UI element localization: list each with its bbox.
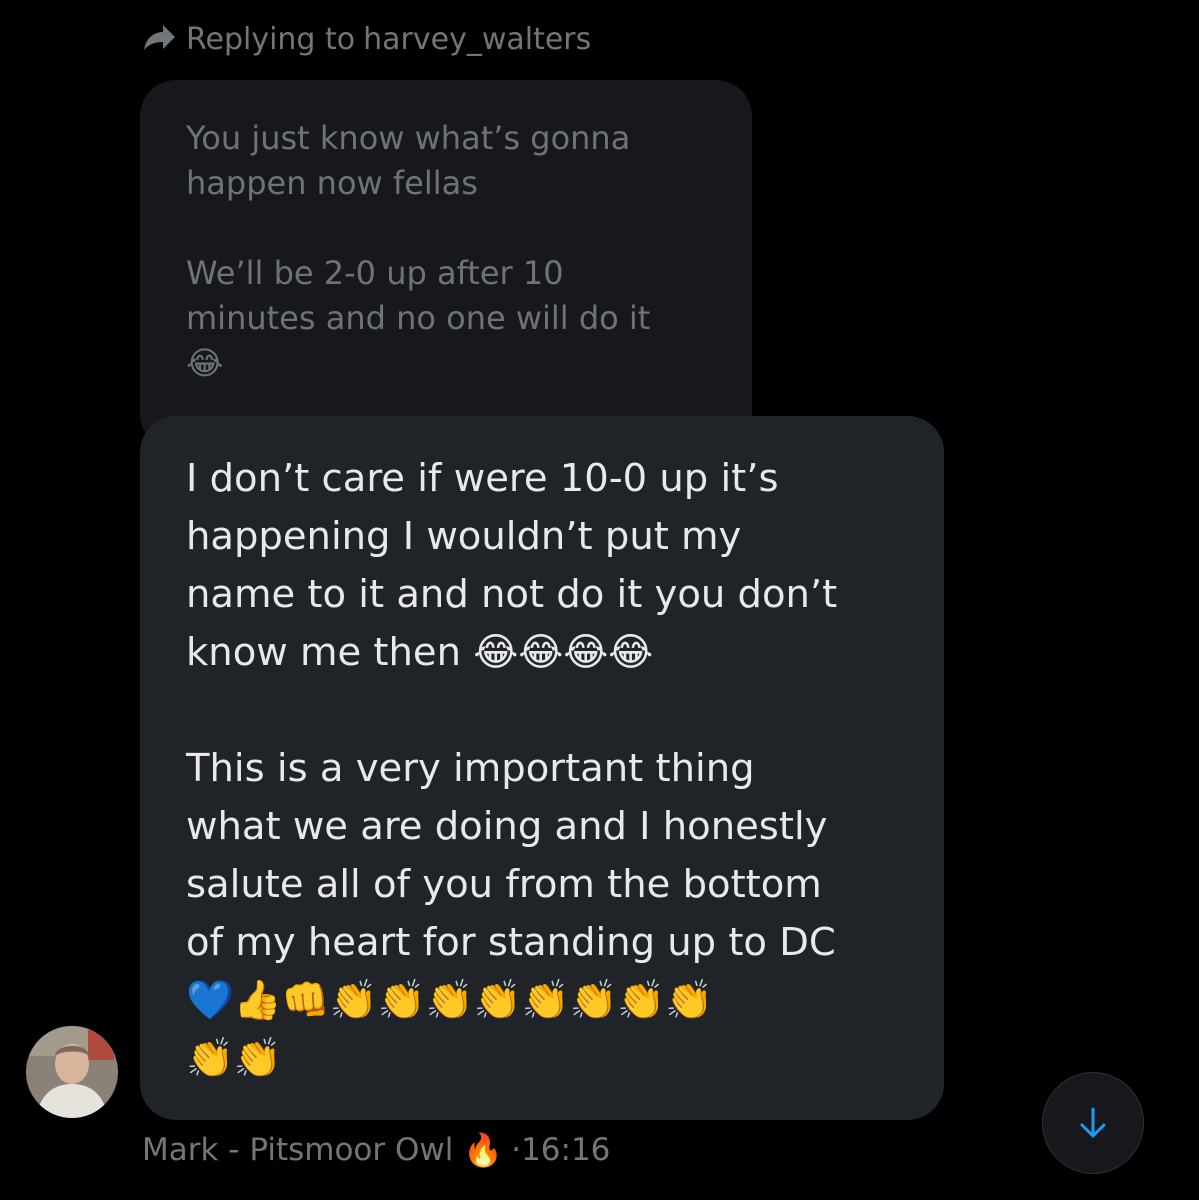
message-text: This is a very important thing what we a… bbox=[186, 746, 836, 1081]
quoted-message-bubble[interactable]: You just know what’s gonna happen now fe… bbox=[140, 80, 752, 450]
quoted-message-text: We’ll be 2-0 up after 10 minutes and no … bbox=[186, 254, 651, 382]
message-meta: Mark - Pitsmoor Owl 🔥 ·16:16 bbox=[142, 1126, 610, 1174]
avatar-photo bbox=[26, 1026, 118, 1118]
reply-prefix: Replying to bbox=[186, 21, 356, 57]
sender-name[interactable]: Mark - Pitsmoor Owl bbox=[142, 1132, 453, 1168]
timestamp: ·16:16 bbox=[511, 1132, 611, 1168]
quoted-message-text: You just know what’s gonna happen now fe… bbox=[186, 119, 631, 202]
fire-icon: 🔥 bbox=[463, 1131, 504, 1169]
message-text: I don’t care if were 10-0 up it’s happen… bbox=[186, 456, 838, 675]
message-bubble[interactable]: I don’t care if were 10-0 up it’s happen… bbox=[140, 416, 944, 1120]
reply-arrow-icon bbox=[144, 25, 175, 50]
reply-context: Replying to harvey_walters bbox=[142, 18, 591, 60]
scroll-to-bottom-button[interactable] bbox=[1042, 1072, 1144, 1174]
reply-username[interactable]: harvey_walters bbox=[363, 22, 591, 57]
arrow-down-icon bbox=[1080, 1107, 1106, 1138]
avatar[interactable] bbox=[26, 1026, 118, 1118]
